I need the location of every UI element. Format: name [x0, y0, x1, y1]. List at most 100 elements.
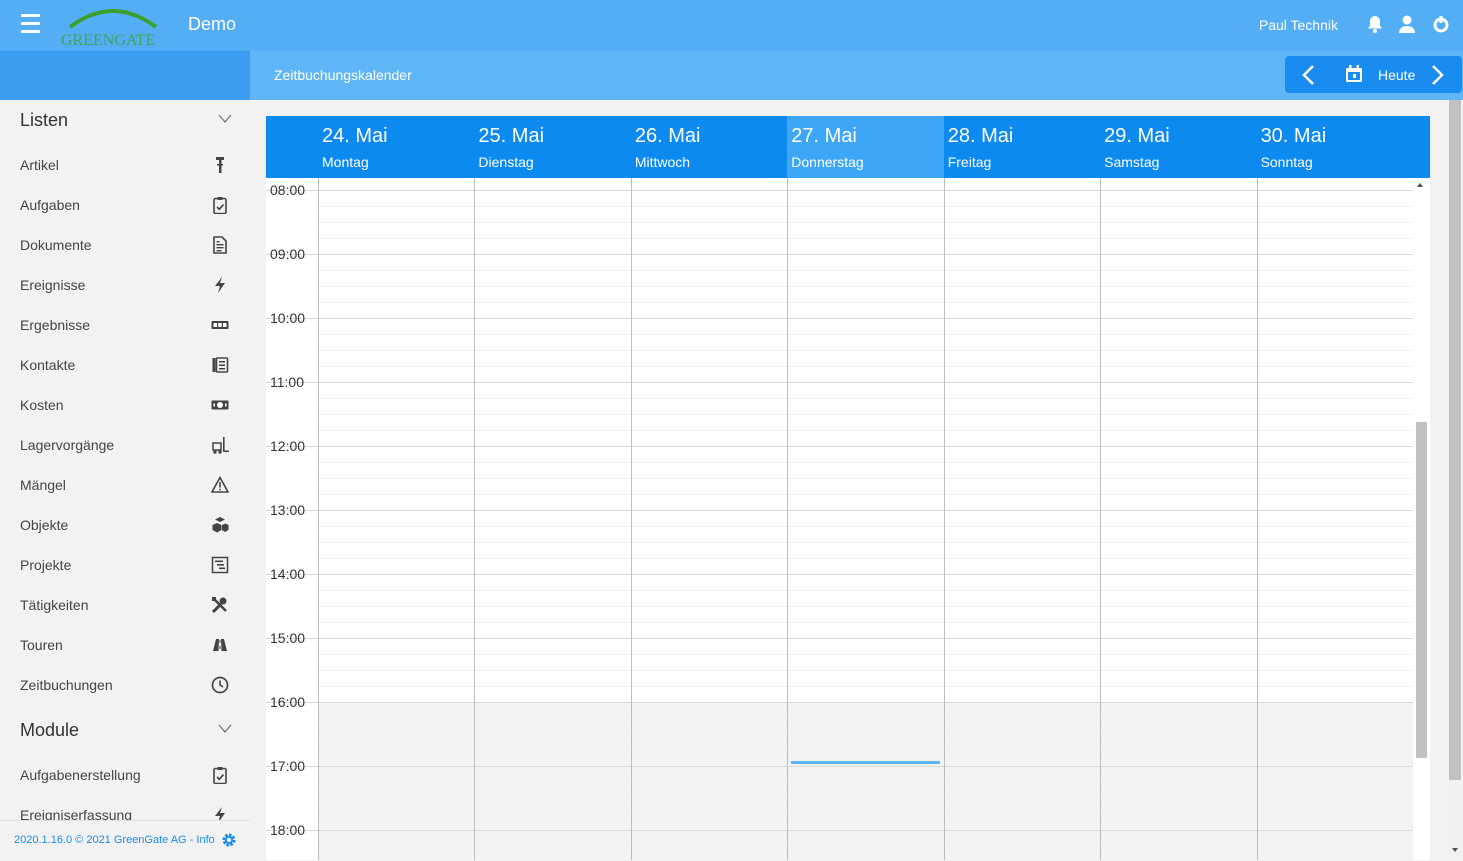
hour-label: 18:00: [270, 822, 306, 838]
sidebar-item-label: Ergebnisse: [20, 317, 91, 333]
page-title: Zeitbuchungskalender: [274, 67, 412, 83]
forklift-icon: [212, 437, 229, 454]
sidebar-item-projekte[interactable]: Projekte: [0, 545, 250, 585]
sidebar-item-zeitbuchungen[interactable]: Zeitbuchungen: [0, 665, 250, 705]
hour-label: 16:00: [270, 694, 306, 710]
chevron-left-icon[interactable]: [1299, 64, 1321, 86]
road-icon: [213, 639, 227, 651]
day-column[interactable]: [630, 178, 787, 860]
day-weekday: Dienstag: [478, 154, 534, 170]
date-navigation: Heute: [1285, 56, 1462, 93]
sidebar-item-kosten[interactable]: Kosten: [0, 385, 250, 425]
sidebar-item-aufgaben[interactable]: Aufgaben: [0, 185, 250, 225]
day-date: 26. Mai: [634, 125, 701, 147]
section-label: Listen: [20, 110, 69, 130]
scroll-down-arrow[interactable]: [1452, 848, 1458, 852]
sidebar-footer: 2020.1.16.0 © 2021 GreenGate AG - Info: [0, 820, 250, 861]
wrench-icon: [211, 597, 227, 614]
calendar-icon[interactable]: [1345, 65, 1363, 83]
day-date: 29. Mai: [1104, 125, 1170, 147]
day-column[interactable]: [787, 178, 943, 860]
day-header[interactable]: 27. Mai Donnerstag: [787, 116, 944, 178]
day-weekday: Sonntag: [1260, 154, 1313, 170]
sidebar-item-lagervorgänge[interactable]: Lagervorgänge: [0, 425, 250, 465]
chevron-down-icon[interactable]: [218, 114, 232, 124]
gear-icon[interactable]: [221, 832, 237, 848]
tools-icon: [216, 157, 224, 173]
hour-label: 08:00: [270, 182, 306, 198]
sidebar-item-ergebnisse[interactable]: Ergebnisse: [0, 305, 250, 345]
day-date: 27. Mai: [791, 125, 857, 147]
day-date: 24. Mai: [322, 125, 388, 147]
calendar-scroll-thumb[interactable]: [1416, 422, 1427, 758]
sidebar-item-label: Kontakte: [20, 357, 76, 373]
day-header[interactable]: 24. Mai Montag: [318, 116, 474, 178]
cubes-icon: [212, 517, 229, 533]
sidebar-item-objekte[interactable]: Objekte: [0, 505, 250, 545]
section-listen[interactable]: Listen: [0, 100, 250, 140]
hour-label: 10:00: [270, 310, 306, 326]
logo-text: GREENGATE: [61, 32, 155, 49]
page-scrollbar[interactable]: [1447, 100, 1463, 860]
app-title: Demo: [188, 14, 237, 34]
sidebar-item-ereignisse[interactable]: Ereignisse: [0, 265, 250, 305]
day-column[interactable]: [1256, 178, 1413, 860]
chevron-right-icon[interactable]: [1425, 64, 1447, 86]
sidebar-item-aufgabenerstellung[interactable]: Aufgabenerstellung: [0, 755, 250, 795]
user-name[interactable]: Paul Technik: [1259, 17, 1338, 33]
bell-icon[interactable]: [1365, 14, 1385, 34]
chevron-down-icon[interactable]: [218, 724, 232, 734]
sidebar-item-mängel[interactable]: Mängel: [0, 465, 250, 505]
section-module[interactable]: Module: [0, 710, 250, 750]
sidebar-item-label: Artikel: [20, 157, 59, 173]
day-header[interactable]: 29. Mai Samstag: [1100, 116, 1256, 178]
day-column[interactable]: [474, 178, 630, 860]
day-weekday: Freitag: [947, 154, 992, 170]
sidebar-item-label: Aufgabenerstellung: [20, 767, 141, 783]
section-label: Module: [20, 720, 80, 740]
day-weekday: Mittwoch: [634, 154, 691, 170]
hour-label: 13:00: [270, 502, 306, 518]
hour-label: 12:00: [270, 438, 306, 454]
power-icon[interactable]: [1431, 14, 1451, 34]
page-scroll-thumb[interactable]: [1449, 100, 1461, 780]
day-column[interactable]: [943, 178, 1100, 860]
day-header[interactable]: 25. Mai Dienstag: [474, 116, 630, 178]
day-header[interactable]: 26. Mai Mittwoch: [631, 116, 787, 178]
counter-icon: [211, 321, 229, 329]
hour-label: 15:00: [270, 630, 306, 646]
clipboard-check-icon: [213, 767, 227, 784]
day-column[interactable]: [1100, 178, 1256, 860]
greengate-logo[interactable]: GREENGATE: [58, 3, 168, 49]
subheader: Zeitbuchungskalender Heute: [250, 51, 1463, 100]
warning-icon: [211, 476, 229, 493]
current-time-marker: [791, 760, 940, 764]
sidebar-item-artikel[interactable]: Artikel: [0, 145, 250, 185]
sidebar-item-touren[interactable]: Touren: [0, 625, 250, 665]
day-date: 28. Mai: [947, 125, 1014, 147]
day-header[interactable]: 30. Mai Sonntag: [1257, 116, 1413, 178]
today-button[interactable]: Heute: [1378, 67, 1415, 83]
sidebar-item-dokumente[interactable]: Dokumente: [0, 225, 250, 265]
calendar-header: 24. Mai Montag 25. Mai Dienstag 26. Mai Mittw…: [266, 116, 1430, 178]
sidebar-item-label: Lagervorgänge: [20, 437, 115, 453]
version-info-link[interactable]: 2020.1.16.0 © 2021 GreenGate AG - Info: [14, 834, 215, 846]
sidebar: Listen Artikel Aufgaben Dokumente Ereignisse…: [0, 100, 250, 860]
bolt-icon: [215, 277, 225, 293]
day-weekday: Donnerstag: [791, 154, 864, 170]
calendar-scrollbar[interactable]: [1413, 178, 1430, 860]
clock-icon: [211, 676, 229, 694]
sidebar-item-label: Objekte: [20, 517, 69, 533]
sidebar-item-tätigkeiten[interactable]: Tätigkeiten: [0, 585, 250, 625]
day-column[interactable]: [318, 178, 474, 860]
hour-label: 11:00: [270, 374, 304, 390]
money-icon: [211, 400, 229, 410]
sidebar-item-kontakte[interactable]: Kontakte: [0, 345, 250, 385]
calendar-grid[interactable]: 08:00 09:00 10:00 11:00 12:00 13:00 14:00 15:00…: [266, 178, 1413, 860]
day-header[interactable]: 28. Mai Freitag: [944, 116, 1100, 178]
day-date: 30. Mai: [1260, 125, 1327, 147]
sidebar-item-label: Tätigkeiten: [20, 597, 89, 613]
user-icon[interactable]: [1397, 14, 1417, 34]
menu-icon[interactable]: [21, 14, 40, 36]
scroll-up-arrow[interactable]: [1417, 183, 1423, 187]
